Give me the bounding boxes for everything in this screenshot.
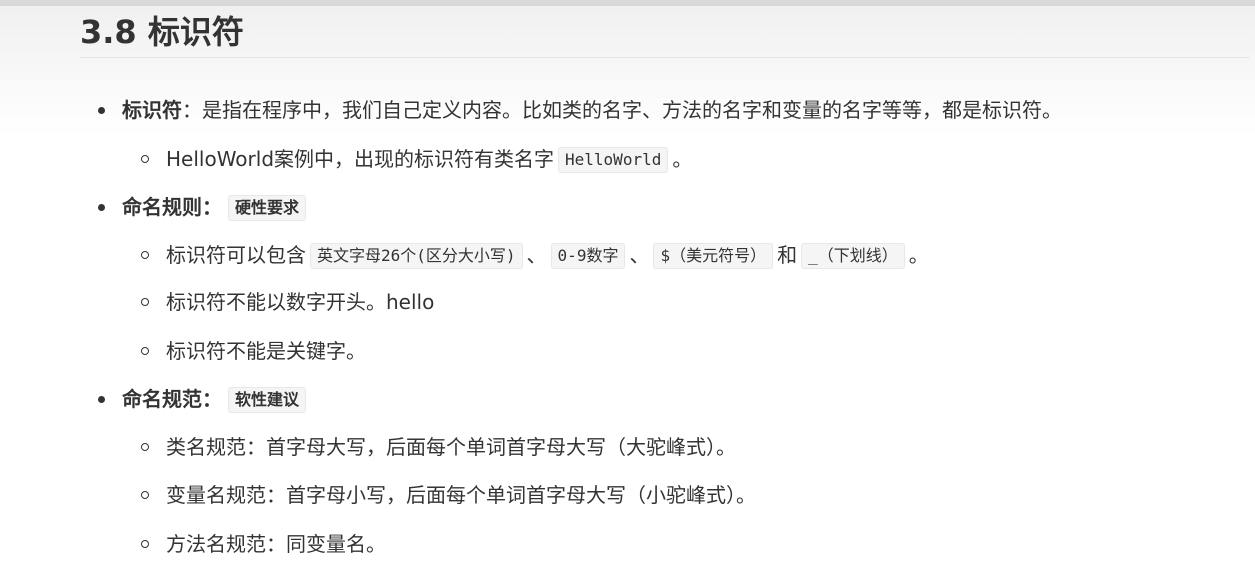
code-helloworld: HelloWorld bbox=[558, 147, 669, 173]
convention-text: 方法名规范：同变量名。 bbox=[166, 532, 386, 556]
list-item-no-keyword: 标识符不能是关键字。 bbox=[80, 337, 366, 365]
convention-text: 变量名规范：首字母小写，后面每个单词首字母大写（小驼峰式）。 bbox=[166, 483, 756, 507]
code-underscore: _（下划线） bbox=[801, 243, 905, 269]
tag-hard-requirement: 硬性要求 bbox=[228, 195, 307, 221]
allowed-chars-prefix: 标识符可以包含 bbox=[166, 243, 306, 267]
convention-text: 类名规范：首字母大写，后面每个单词首字母大写（大驼峰式）。 bbox=[166, 435, 736, 459]
separator: 、 bbox=[629, 243, 650, 267]
list-item-identifier-definition: 标识符：是指在程序中，我们自己定义内容。比如类的名字、方法的名字和变量的名字等等… bbox=[80, 96, 1062, 124]
code-digits: 0-9数字 bbox=[550, 243, 626, 269]
list-item-method-name-convention: 方法名规范：同变量名。 bbox=[80, 530, 386, 558]
rule-text: 标识符不能是关键字。 bbox=[166, 339, 366, 363]
tag-soft-suggestion: 软性建议 bbox=[228, 387, 307, 413]
term-identifier: 标识符 bbox=[122, 98, 182, 122]
section-heading: 3.8 标识符 bbox=[80, 0, 1250, 58]
list-item-no-leading-digit: 标识符不能以数字开头。hello bbox=[80, 288, 434, 316]
list-item-naming-conventions: 命名规范： 软性建议 bbox=[80, 385, 307, 413]
list-item-naming-rules: 命名规则： 硬性要求 bbox=[80, 193, 307, 221]
code-letters: 英文字母26个(区分大小写) bbox=[310, 243, 523, 269]
example-suffix: 。 bbox=[672, 147, 693, 171]
and-text: 和 bbox=[777, 243, 798, 267]
list-item-allowed-chars: 标识符可以包含 英文字母26个(区分大小写)、 0-9数字、 $（美元符号）和 _（下划… bbox=[80, 241, 929, 269]
code-dollar: $（美元符号） bbox=[653, 243, 774, 269]
rule-text: 标识符不能以数字开头。hello bbox=[166, 290, 435, 314]
document-body: 3.8 标识符 标识符：是指在程序中，我们自己定义内容。比如类的名字、方法的名字… bbox=[80, 0, 1250, 556]
separator: 、 bbox=[526, 243, 547, 267]
list-item-variable-name-convention: 变量名规范：首字母小写，后面每个单词首字母大写（小驼峰式）。 bbox=[80, 481, 756, 509]
list-item-class-name-convention: 类名规范：首字母大写，后面每个单词首字母大写（大驼峰式）。 bbox=[80, 433, 736, 461]
example-text: HelloWorld案例中，出现的标识符有类名字 bbox=[166, 147, 555, 171]
list-item-helloworld-example: HelloWorld案例中，出现的标识符有类名字 HelloWorld。 bbox=[80, 145, 692, 173]
term-naming-rules: 命名规则： bbox=[122, 195, 222, 219]
allowed-chars-suffix: 。 bbox=[908, 243, 929, 267]
definition-text: ：是指在程序中，我们自己定义内容。比如类的名字、方法的名字和变量的名字等等，都是… bbox=[182, 98, 1062, 122]
term-naming-conventions: 命名规范： bbox=[122, 387, 222, 411]
